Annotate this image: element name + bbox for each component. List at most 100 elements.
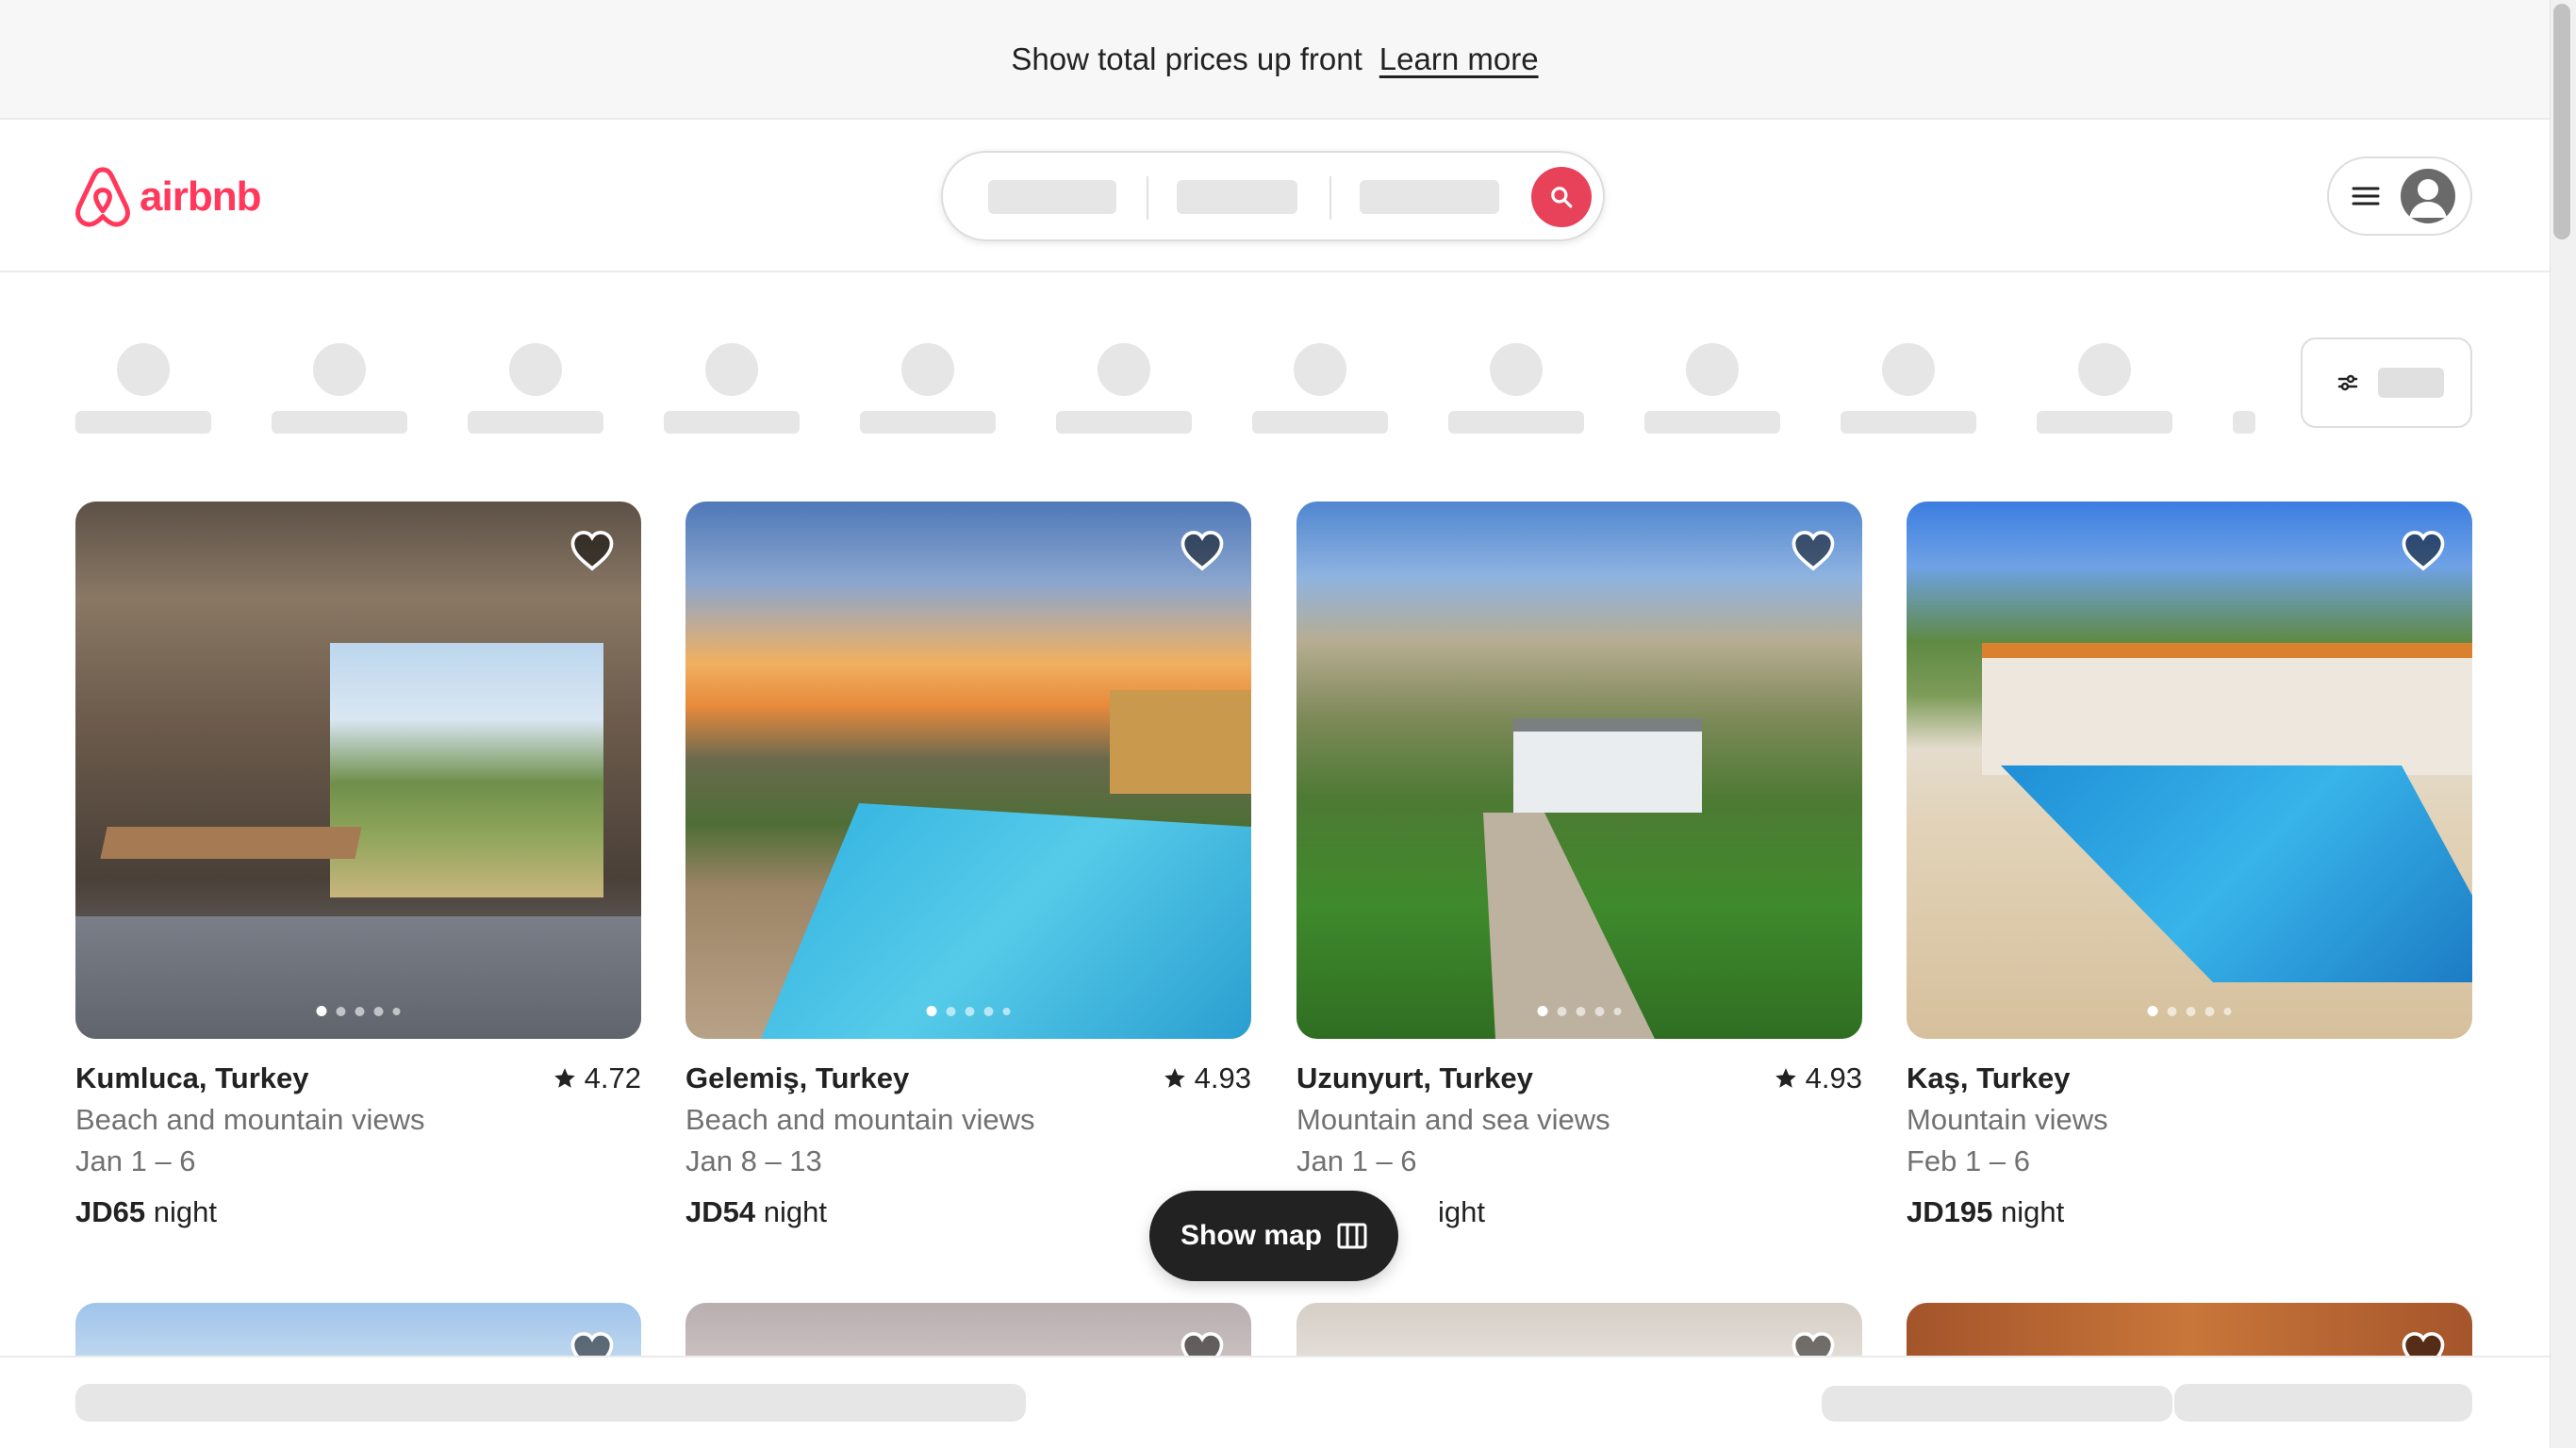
- user-menu-button[interactable]: [2327, 156, 2472, 236]
- favorite-heart-icon[interactable]: [2401, 530, 2446, 571]
- listing-card-partial[interactable]: [685, 1303, 1251, 1359]
- photo-carousel-dots: [1537, 1006, 1622, 1016]
- room-floor: [75, 916, 641, 1039]
- category-icon-placeholder[interactable]: [1294, 343, 1346, 396]
- listing-description: Beach and mountain views: [685, 1103, 1035, 1136]
- rating-value: 4.93: [1194, 1061, 1251, 1094]
- category-icon-placeholder[interactable]: [117, 343, 170, 396]
- listing-location: Kaş, Turkey: [1907, 1061, 2071, 1094]
- price-unit: night: [1992, 1195, 2065, 1228]
- search-dates-placeholder[interactable]: [1177, 180, 1297, 214]
- search-bar[interactable]: [941, 151, 1605, 241]
- price-unit: ight: [1438, 1195, 1485, 1228]
- filters-icon: [2337, 374, 2358, 391]
- listing-card-partial[interactable]: [1296, 1303, 1862, 1359]
- listing-description: Mountain views: [1907, 1103, 2108, 1136]
- villa: [1982, 643, 2472, 775]
- footer-right-placeholder[interactable]: [1822, 1386, 2172, 1422]
- brand-name: airbnb: [140, 173, 261, 220]
- listing-photo[interactable]: [685, 502, 1251, 1039]
- site-header: airbnb: [0, 120, 2550, 272]
- listing-dates: Jan 1 – 6: [75, 1144, 196, 1177]
- show-map-button[interactable]: Show map: [1149, 1191, 1398, 1281]
- category-label-placeholder[interactable]: [1644, 411, 1780, 434]
- category-label-placeholder[interactable]: [468, 411, 603, 434]
- listing-card-partial[interactable]: [75, 1303, 641, 1359]
- cottage: [1513, 718, 1702, 813]
- category-label-placeholder[interactable]: [75, 411, 211, 434]
- category-icon-placeholder[interactable]: [705, 343, 758, 396]
- show-map-label: Show map: [1180, 1220, 1322, 1251]
- listing-description: Mountain and sea views: [1296, 1103, 1610, 1136]
- listing-location: Kumluca, Turkey: [75, 1061, 309, 1094]
- photo-carousel-dots: [2147, 1006, 2232, 1016]
- footer-bar: [0, 1356, 2550, 1448]
- category-label-placeholder[interactable]: [664, 411, 800, 434]
- window-view: [330, 643, 603, 897]
- category-label-placeholder[interactable]: [2233, 411, 2255, 434]
- category-icon-placeholder[interactable]: [1098, 343, 1150, 396]
- search-divider: [1329, 176, 1331, 220]
- airbnb-logo[interactable]: airbnb: [74, 165, 261, 229]
- map-icon: [1337, 1223, 1367, 1249]
- category-label-placeholder[interactable]: [860, 411, 996, 434]
- category-icon-placeholder[interactable]: [1686, 343, 1739, 396]
- category-label-placeholder[interactable]: [1841, 411, 1976, 434]
- price-unit: night: [145, 1195, 217, 1228]
- banner-message: Show total prices up front: [1011, 41, 1362, 76]
- category-icon-placeholder[interactable]: [901, 343, 954, 396]
- category-label-placeholder[interactable]: [1252, 411, 1388, 434]
- search-divider: [1147, 176, 1148, 220]
- category-icon-placeholder[interactable]: [1882, 343, 1935, 396]
- listing-dates: Feb 1 – 6: [1907, 1144, 2030, 1177]
- rating-value: 4.93: [1805, 1061, 1862, 1094]
- listing-rating: 4.93: [1774, 1061, 1862, 1095]
- listing-dates: Jan 8 – 13: [685, 1144, 822, 1177]
- listing-card[interactable]: Uzunyurt, Turkey 4.93 Mountain and sea v…: [1296, 502, 1862, 1229]
- category-icon-placeholder[interactable]: [313, 343, 366, 396]
- pool-water: [2001, 765, 2472, 982]
- search-guests-placeholder[interactable]: [1360, 180, 1499, 214]
- search-location-placeholder[interactable]: [988, 180, 1116, 214]
- pool-water: [761, 803, 1251, 1039]
- category-icon-placeholder[interactable]: [2078, 343, 2131, 396]
- price-amount: JD65: [75, 1195, 146, 1228]
- listing-price: JD65 night: [75, 1195, 641, 1229]
- price-display-banner: Show total prices up front Learn more: [0, 0, 2550, 120]
- listing-photo[interactable]: [1296, 502, 1862, 1039]
- page-scrollbar-thumb[interactable]: [2553, 4, 2570, 239]
- star-icon: [1164, 1068, 1185, 1088]
- listing-card[interactable]: Kumluca, Turkey 4.72 Beach and mountain …: [75, 502, 641, 1229]
- category-icon-placeholder[interactable]: [1490, 343, 1543, 396]
- learn-more-link[interactable]: Learn more: [1379, 41, 1539, 77]
- listing-card[interactable]: Kaş, Turkey Mountain views Feb 1 – 6 JD1…: [1907, 502, 2472, 1229]
- filters-button[interactable]: [2301, 337, 2472, 428]
- stone-path: [1483, 813, 1655, 1039]
- favorite-heart-icon[interactable]: [1180, 530, 1225, 571]
- photo-carousel-dots: [926, 1006, 1011, 1016]
- star-icon: [553, 1068, 575, 1088]
- hamburger-icon: [2352, 187, 2380, 206]
- category-icon-placeholder[interactable]: [509, 343, 562, 396]
- category-label-placeholder[interactable]: [272, 411, 407, 434]
- listing-rating: 4.93: [1163, 1061, 1251, 1095]
- listing-card-partial[interactable]: [1907, 1303, 2472, 1359]
- listing-photo[interactable]: [1907, 502, 2472, 1039]
- search-icon: [1551, 187, 1573, 208]
- favorite-heart-icon[interactable]: [570, 530, 615, 571]
- category-label-placeholder[interactable]: [2037, 411, 2172, 434]
- listing-rating: 4.72: [553, 1061, 641, 1095]
- footer-left-placeholder[interactable]: [75, 1384, 1026, 1422]
- filters-label-placeholder: [2378, 368, 2444, 398]
- category-label-placeholder[interactable]: [1056, 411, 1192, 434]
- listing-photo[interactable]: [75, 502, 641, 1039]
- search-button[interactable]: [1531, 167, 1592, 227]
- category-label-placeholder[interactable]: [1448, 411, 1584, 434]
- price-amount: JD54: [685, 1195, 756, 1228]
- favorite-heart-icon[interactable]: [1791, 530, 1836, 571]
- footer-right-placeholder[interactable]: [2174, 1384, 2472, 1422]
- photo-carousel-dots: [316, 1006, 401, 1016]
- star-icon: [1775, 1068, 1796, 1088]
- listing-card[interactable]: Gelemiş, Turkey 4.93 Beach and mountain …: [685, 502, 1251, 1229]
- listing-location: Gelemiş, Turkey: [685, 1061, 910, 1094]
